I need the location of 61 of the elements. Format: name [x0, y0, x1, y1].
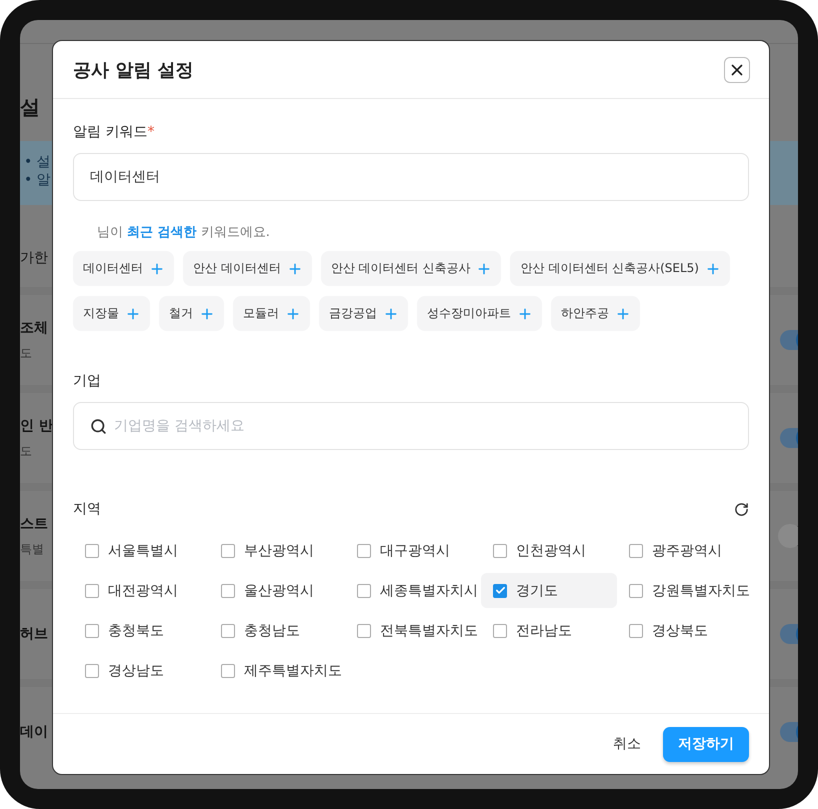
region-checkbox[interactable]: 부산광역시 — [209, 533, 345, 568]
setting-subtitle: 도 — [20, 344, 32, 362]
plus-icon — [285, 306, 301, 322]
close-button[interactable] — [724, 56, 750, 82]
region-checkbox[interactable]: 강원특별자치도 — [617, 573, 753, 608]
page-heading: 설 — [20, 94, 40, 121]
recent-hint: 님이 최근 검색한 키워드에요. — [97, 224, 271, 241]
plus-icon — [199, 306, 215, 322]
region-checkbox[interactable]: 광주광역시 — [617, 533, 753, 568]
keyword-chip[interactable]: 데이터센터 — [73, 251, 174, 286]
info-note: • 설 — [24, 153, 51, 171]
region-checkbox[interactable]: 대전광역시 — [73, 573, 209, 608]
keyword-field[interactable]: 데이터센터 — [73, 153, 749, 201]
keyword-chip[interactable]: 지장물 — [73, 296, 150, 331]
keyword-chip[interactable]: 철거 — [159, 296, 224, 331]
region-checkbox[interactable]: 충청남도 — [209, 613, 345, 648]
region-checkbox[interactable]: 경기도 — [481, 573, 617, 608]
region-checkbox[interactable]: 충청북도 — [73, 613, 209, 648]
cancel-button[interactable]: 취소 — [601, 727, 653, 761]
region-checkbox[interactable]: 전북특별자치도 — [345, 613, 481, 648]
region-label: 지역 — [73, 500, 101, 518]
plus-icon — [704, 260, 721, 276]
plus-icon — [125, 306, 141, 322]
company-label: 기업 — [73, 372, 102, 390]
region-checkbox[interactable]: 제주특별자치도 — [209, 653, 345, 688]
keyword-chip[interactable]: 안산 데이터센터 신축공사 — [320, 251, 502, 286]
section-title: 가한 — [20, 249, 48, 267]
search-icon — [90, 418, 107, 435]
region-checkbox[interactable]: 경상남도 — [73, 653, 209, 688]
region-checkbox[interactable]: 경상북도 — [617, 613, 753, 648]
plus-icon — [383, 306, 399, 322]
refresh-icon[interactable] — [734, 502, 749, 516]
keyword-chip[interactable]: 안산 데이터센터 신축공사(SEL5) — [510, 251, 730, 286]
check-icon — [494, 585, 506, 596]
keyword-chip[interactable]: 모듈러 — [233, 296, 310, 331]
plus-icon — [286, 260, 303, 276]
setting-title: 허브 — [20, 625, 48, 643]
plus-icon — [476, 260, 492, 276]
keyword-label: 알림 키워드* — [73, 123, 156, 141]
keyword-chip[interactable]: 금강공업 — [319, 296, 408, 331]
plus-icon — [615, 306, 631, 322]
region-checkbox[interactable]: 세종특별자치시 — [345, 573, 481, 608]
dialog-title: 공사 알림 설정 — [73, 58, 194, 82]
keyword-chip[interactable]: 하안주공 — [551, 296, 640, 331]
region-checkbox[interactable]: 전라남도 — [481, 613, 617, 648]
setting-title: 인 반 — [20, 416, 53, 434]
region-checkbox[interactable]: 대구광역시 — [345, 533, 481, 568]
plus-icon — [517, 306, 533, 322]
setting-title: 스트 — [20, 514, 48, 532]
keyword-chip[interactable]: 안산 데이터센터 — [183, 251, 312, 286]
plus-icon — [149, 260, 165, 276]
keyword-chip[interactable]: 성수장미아파트 — [417, 296, 542, 331]
setting-title: 데이 — [20, 723, 48, 741]
region-checkbox[interactable]: 울산광역시 — [209, 573, 345, 608]
setting-title: 조체 — [20, 318, 48, 336]
setting-subtitle: 특별 — [20, 540, 44, 558]
company-search-field[interactable]: 기업명을 검색하세요 — [73, 402, 749, 450]
region-checkbox[interactable]: 서울특별시 — [73, 533, 209, 568]
setting-subtitle: 도 — [20, 442, 32, 460]
info-note: • 알 — [24, 171, 51, 189]
region-checkbox[interactable]: 인천광역시 — [481, 533, 617, 568]
